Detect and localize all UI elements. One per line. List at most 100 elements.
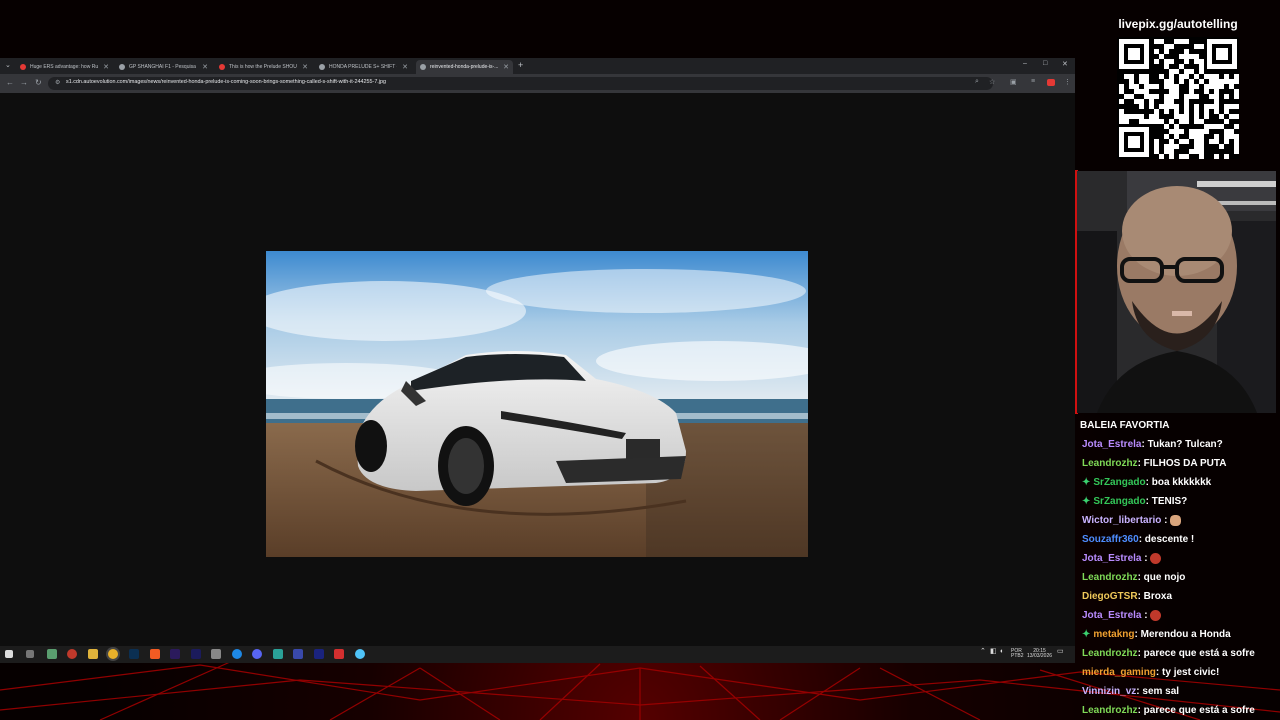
qr-module [1189, 149, 1194, 154]
star-icon[interactable]: ☆ [989, 78, 995, 86]
menu-icon[interactable]: ⋮ [1064, 78, 1071, 86]
qr-module [1149, 119, 1154, 124]
qr-module [1189, 84, 1194, 89]
qr-module [1184, 54, 1189, 59]
tab-2[interactable]: GP SHANGHAI F1 - Pesquisa G... ✕ [115, 60, 212, 74]
minimize-button[interactable]: – [1023, 60, 1027, 67]
notepad-icon[interactable] [211, 649, 221, 659]
tab-1[interactable]: Huge ERS advantage: how Ru... ✕ [16, 60, 113, 74]
audition-icon[interactable] [314, 649, 324, 659]
app-icon-2[interactable] [273, 649, 283, 659]
app-icon-3[interactable] [334, 649, 344, 659]
qr-module [1214, 99, 1219, 104]
tab-5[interactable]: reinvented-honda-prelude-is-... ✕ [416, 60, 513, 74]
chat-username[interactable]: Leandrozhz [1082, 572, 1138, 583]
qr-module [1214, 154, 1219, 159]
qr-module [1199, 64, 1204, 69]
qr-module [1164, 84, 1169, 89]
premiere-icon[interactable] [170, 649, 180, 659]
qr-module [1164, 49, 1169, 54]
media-icon[interactable]: ≡ [1031, 78, 1035, 85]
opera-icon[interactable] [67, 649, 77, 659]
discord-icon[interactable] [252, 649, 262, 659]
tab-close-icon[interactable]: ✕ [402, 63, 408, 71]
qr-module [1234, 74, 1239, 79]
tab-3[interactable]: This is how the Prelude SHOU... ✕ [215, 60, 312, 74]
chat-message: Leandrozhz: FILHOS DA PUTA [1082, 458, 1226, 469]
chat-username[interactable]: Jota_Estrela [1082, 439, 1141, 450]
app-icon-4[interactable] [355, 649, 365, 659]
chat-message: ✦ SrZangado: boa kkkkkkk [1082, 477, 1211, 488]
qr-module [1179, 139, 1184, 144]
qr-code [1117, 37, 1239, 159]
reload-icon[interactable]: ↻ [35, 78, 42, 87]
url-text[interactable]: s1.cdn.autoevolution.com/images/news/rei… [66, 79, 386, 85]
chat-username[interactable]: Leandrozhz [1082, 648, 1138, 659]
qr-module [1194, 84, 1199, 89]
qr-module [1124, 94, 1129, 99]
qr-module [1169, 69, 1174, 74]
qr-module [1189, 129, 1194, 134]
tab-close-icon[interactable]: ✕ [302, 63, 308, 71]
tab-close-icon[interactable]: ✕ [202, 63, 208, 71]
language-indicator[interactable]: POR PTB2 [1011, 649, 1024, 659]
media-encoder-icon[interactable] [191, 649, 201, 659]
chat-username[interactable]: mierda_gaming [1082, 667, 1156, 678]
tray-chevron-icon[interactable]: ⌃ [980, 648, 986, 655]
tab-close-icon[interactable]: ✕ [103, 63, 109, 71]
new-tab-button[interactable]: + [518, 60, 523, 70]
photoshop-icon[interactable] [129, 649, 139, 659]
qr-module [1194, 134, 1199, 139]
clock[interactable]: 20:15 13/03/2026 [1027, 649, 1052, 659]
brave-icon[interactable] [150, 649, 160, 659]
tab-search-chevron-icon[interactable]: ⌄ [5, 61, 11, 69]
chat-username[interactable]: DiegoGTSR [1082, 591, 1138, 602]
browser-icon[interactable] [232, 649, 242, 659]
zoom-search-icon[interactable]: ⌕ [975, 78, 979, 86]
qr-module [1149, 104, 1154, 109]
qr-module [1194, 144, 1199, 149]
address-toolbar: ← → ↻ ⚙ s1.cdn.autoevolution.com/images/… [0, 74, 1075, 93]
windows-start-icon[interactable] [5, 650, 13, 658]
chat-username[interactable]: Jota_Estrela [1082, 553, 1141, 564]
chat-username[interactable]: Leandrozhz [1082, 705, 1138, 716]
qr-module [1214, 94, 1219, 99]
volume-icon[interactable]: ◐ [1000, 648, 1004, 655]
chrome-icon[interactable] [108, 649, 118, 659]
chat-username[interactable]: metakng [1093, 629, 1134, 640]
qr-module [1204, 109, 1209, 114]
chat-username[interactable]: Souzaffr360 [1082, 534, 1139, 545]
chat-username[interactable]: Leandrozhz [1082, 458, 1138, 469]
close-window-button[interactable]: ✕ [1062, 60, 1068, 68]
qr-module [1214, 89, 1219, 94]
qr-module [1219, 84, 1224, 89]
qr-module [1174, 94, 1179, 99]
back-icon[interactable]: ← [6, 78, 14, 87]
chat-username[interactable]: SrZangado [1093, 477, 1145, 488]
qr-module [1189, 79, 1194, 84]
tab-close-icon[interactable]: ✕ [503, 63, 509, 71]
chat-username[interactable]: Wictor_libertario [1082, 515, 1161, 526]
extensions-icon[interactable]: ▣ [1010, 78, 1017, 86]
chat-username[interactable]: Vinnizin_vz [1082, 686, 1136, 697]
chat-username[interactable]: SrZangado [1093, 496, 1145, 507]
chat-username[interactable]: Jota_Estrela [1082, 610, 1141, 621]
network-icon[interactable]: ◧ [990, 648, 997, 655]
qr-module [1174, 114, 1179, 119]
qr-module [1169, 79, 1174, 84]
file-explorer-icon[interactable] [88, 649, 98, 659]
qr-module [1199, 129, 1204, 134]
forward-icon[interactable]: → [20, 78, 28, 87]
word-icon[interactable] [293, 649, 303, 659]
qr-module [1169, 144, 1174, 149]
tab-4[interactable]: HONDA PRELUDE S+ SHIFT - F... ✕ [315, 60, 412, 74]
app-icon[interactable] [47, 649, 57, 659]
qr-module [1149, 99, 1154, 104]
profile-icon[interactable] [1047, 79, 1055, 86]
qr-module [1234, 124, 1239, 129]
task-view-icon[interactable] [26, 650, 34, 658]
site-info-icon[interactable]: ⚙ [55, 79, 60, 86]
notifications-icon[interactable]: ▭ [1057, 648, 1064, 655]
chat-message: ✦ metakng: Merendou a Honda [1082, 629, 1231, 640]
maximize-button[interactable]: □ [1043, 60, 1047, 67]
